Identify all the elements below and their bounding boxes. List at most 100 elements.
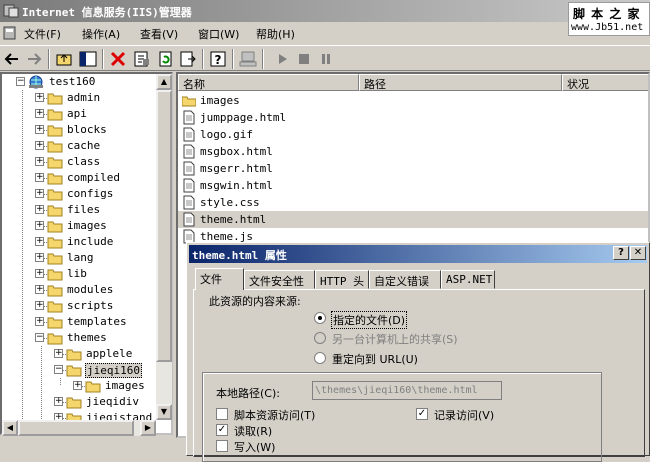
list-item[interactable]: images [178,92,648,109]
computer-icon[interactable] [238,49,258,69]
expand-toggle[interactable]: + [35,125,44,134]
tree-item[interactable]: + scripts [2,298,160,314]
expand-toggle[interactable]: + [35,109,44,118]
expand-toggle[interactable]: + [73,381,82,390]
radio-redirect-url[interactable] [314,352,326,364]
tree-item[interactable]: + configs [2,186,160,202]
tree-item[interactable]: + jieqidiv [2,394,160,410]
checkbox-write[interactable] [216,440,228,452]
column-header-name[interactable]: 名称 [178,74,359,91]
tree-item[interactable]: + cache [2,138,160,154]
tree-item[interactable]: + admin [2,90,160,106]
list-item[interactable]: msgbox.html [178,143,648,160]
expand-toggle[interactable]: + [35,237,44,246]
list-item[interactable]: msgwin.html [178,177,648,194]
checkbox-write-label[interactable]: 写入(W) [234,439,275,455]
checkbox-script-source-access-label[interactable]: 脚本资源访问(T) [234,407,315,423]
stop-icon[interactable] [294,49,314,69]
expand-toggle[interactable]: + [35,317,44,326]
scroll-thumb[interactable] [156,90,172,362]
radio-redirect-url-label[interactable]: 重定向到 URL(U) [332,351,418,367]
expand-toggle[interactable]: + [35,221,44,230]
expand-toggle[interactable]: + [54,349,63,358]
tree-vertical-scrollbar[interactable]: ▲ ▼ [156,74,172,420]
tree-item[interactable]: + modules [2,282,160,298]
local-path-field[interactable]: \themes\jieqi160\theme.html [312,381,502,400]
back-icon[interactable] [2,49,22,69]
tree-item[interactable]: + lib [2,266,160,282]
collapse-toggle[interactable]: − [54,365,63,374]
window-title-bar[interactable]: Internet 信息服务(IIS)管理器 [0,0,650,22]
scroll-left-icon[interactable]: ◀ [2,420,18,436]
menu-help[interactable]: 帮助(H) [256,26,295,42]
expand-toggle[interactable]: + [35,157,44,166]
collapse-toggle[interactable]: − [16,77,25,86]
tab-aspnet[interactable]: ASP.NET [441,270,495,289]
radio-network-share-label[interactable]: 另一台计算机上的共享(S) [332,331,458,347]
up-folder-icon[interactable] [54,49,74,69]
tree-item[interactable]: + compiled [2,170,160,186]
tab-http-headers[interactable]: HTTP 头 [315,270,369,289]
tree-item[interactable]: − jieqi160 [2,362,160,378]
tab-file[interactable]: 文件 [195,268,244,290]
tree-item[interactable]: + include [2,234,160,250]
delete-icon[interactable] [108,49,128,69]
expand-toggle[interactable]: + [35,189,44,198]
close-button[interactable]: ✕ [630,246,646,260]
list-item[interactable]: theme.html [178,211,648,228]
radio-designated-file-label[interactable]: 指定的文件(D) [331,311,408,329]
tree-item[interactable]: + files [2,202,160,218]
help-icon[interactable]: ? [208,49,228,69]
expand-toggle[interactable]: + [35,205,44,214]
menu-view[interactable]: 查看(V) [140,26,178,42]
tab-custom-errors[interactable]: 自定义错误 [369,270,441,289]
tree-pane[interactable]: − test160 + admin + api + blocks + cache + class +… [0,72,173,435]
column-header-status[interactable]: 状况 [562,74,648,91]
properties-icon[interactable] [132,49,152,69]
show-tree-icon[interactable] [78,49,98,69]
expand-toggle[interactable]: + [35,269,44,278]
tree-item[interactable]: + api [2,106,160,122]
tree-item[interactable]: + class [2,154,160,170]
tree-item[interactable]: + images [2,378,160,394]
tree-item[interactable]: + blocks [2,122,160,138]
expand-toggle[interactable]: + [54,397,63,406]
column-header-path[interactable]: 路径 [359,74,562,91]
list-item[interactable]: style.css [178,194,648,211]
tree-item[interactable]: + images [2,218,160,234]
expand-toggle[interactable]: + [35,173,44,182]
menu-window[interactable]: 窗口(W) [198,26,239,42]
checkbox-script-source-access[interactable] [216,408,228,420]
scroll-up-icon[interactable]: ▲ [156,74,172,90]
tree-item[interactable]: + templates [2,314,160,330]
expand-toggle[interactable]: + [35,301,44,310]
pause-icon[interactable] [316,49,336,69]
expand-toggle[interactable]: + [35,285,44,294]
tab-file-security[interactable]: 文件安全性 [244,270,315,289]
menu-file[interactable]: 文件(F) [24,26,61,42]
list-item[interactable]: jumppage.html [178,109,648,126]
expand-toggle[interactable]: + [35,253,44,262]
radio-network-share[interactable] [314,332,326,344]
expand-toggle[interactable]: + [35,141,44,150]
forward-icon[interactable] [24,49,44,69]
scroll-thumb[interactable] [18,420,134,436]
radio-designated-file[interactable] [314,312,326,324]
scroll-right-icon[interactable]: ▶ [140,420,156,436]
scroll-down-icon[interactable]: ▼ [156,404,172,420]
export-list-icon[interactable] [178,49,198,69]
checkbox-read-label[interactable]: 读取(R) [234,423,272,439]
list-item[interactable]: logo.gif [178,126,648,143]
checkbox-log-visits-label[interactable]: 记录访问(V) [434,407,494,423]
tree-root[interactable]: − test160 [2,74,160,90]
tree-item[interactable]: + applele [2,346,160,362]
tree-item[interactable]: − themes [2,330,160,346]
checkbox-read[interactable]: ✓ [216,424,228,436]
collapse-toggle[interactable]: − [35,333,44,342]
refresh-icon[interactable] [156,49,176,69]
list-item[interactable]: msgerr.html [178,160,648,177]
tree-horizontal-scrollbar[interactable]: ◀ ▶ [2,420,156,436]
help-button[interactable]: ? [613,246,629,260]
dialog-title-bar[interactable]: theme.html 属性 ? ✕ [189,245,647,263]
menu-action[interactable]: 操作(A) [82,26,120,42]
